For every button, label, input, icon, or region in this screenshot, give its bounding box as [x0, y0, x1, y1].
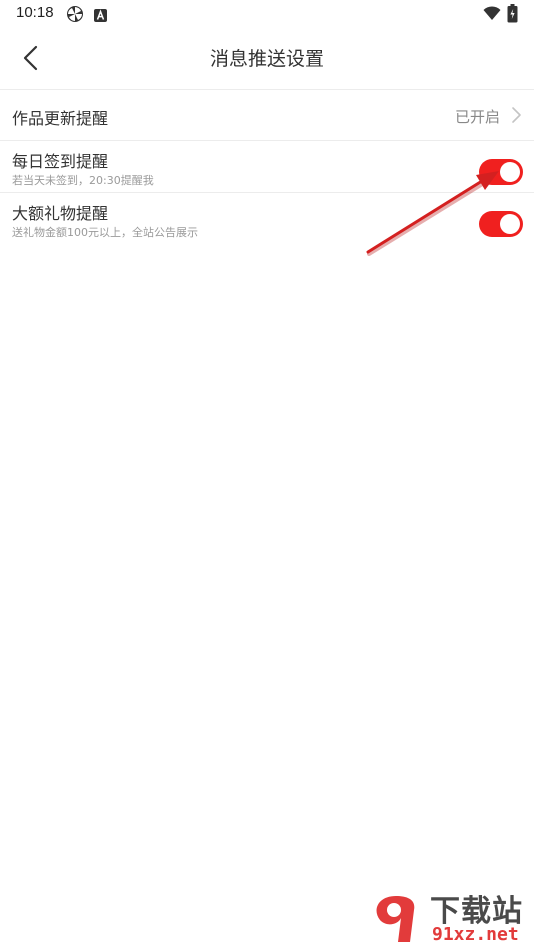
status-bar: 10:18 [0, 0, 534, 28]
daily-checkin-toggle[interactable] [479, 159, 523, 185]
watermark-domain: 91xz.net [432, 924, 519, 945]
chevron-right-icon [510, 106, 522, 128]
status-text: 已开启 [454, 108, 500, 126]
row-subtitle: 送礼物金额100元以上，全站公告展示 [12, 226, 198, 239]
logo-mark-icon [376, 896, 415, 942]
settings-row-work-update[interactable]: 作品更新提醒 已开启 [0, 90, 534, 140]
toggle-knob [500, 214, 520, 234]
pinwheel-icon [66, 5, 84, 27]
row-label: 作品更新提醒 [12, 109, 109, 128]
row-label: 每日签到提醒 [12, 152, 109, 171]
settings-row-large-gift: 大额礼物提醒 送礼物金额100元以上，全站公告展示 [0, 193, 534, 245]
app-a-icon [94, 7, 107, 26]
row-label: 大额礼物提醒 [12, 204, 109, 223]
wifi-icon [483, 6, 501, 25]
row-subtitle: 若当天未签到，20:30提醒我 [12, 174, 154, 187]
watermark-logo: 下载站 91xz.net [364, 886, 534, 950]
status-time: 10:18 [16, 4, 54, 21]
toggle-knob [500, 162, 520, 182]
page-title: 消息推送设置 [209, 48, 324, 70]
large-gift-toggle[interactable] [479, 211, 523, 237]
battery-charging-icon [507, 4, 518, 27]
nav-bar: 消息推送设置 [0, 28, 534, 88]
settings-row-daily-checkin: 每日签到提醒 若当天未签到，20:30提醒我 [0, 141, 534, 192]
